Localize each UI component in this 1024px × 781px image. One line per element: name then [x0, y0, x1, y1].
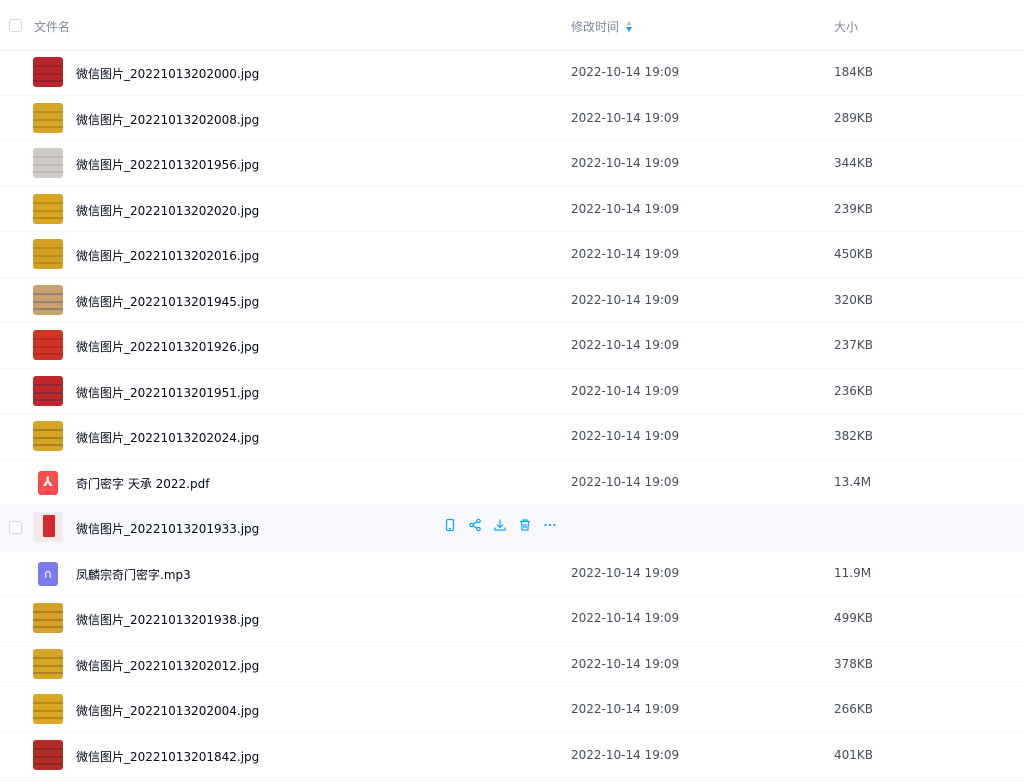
file-name[interactable]: 微信图片_20221013202000.jpg — [76, 65, 259, 82]
more-icon[interactable] — [542, 517, 558, 533]
file-row[interactable]: 微信图片_20221013202004.jpg 2022-10-14 19:09 2… — [0, 687, 1024, 733]
column-header-name[interactable]: 文件名 — [34, 18, 70, 35]
download-icon[interactable] — [492, 517, 508, 533]
image-thumbnail[interactable] — [33, 284, 63, 315]
file-row[interactable]: 微信图片_20221013202024.jpg 2022-10-14 19:09 3… — [0, 414, 1024, 460]
file-size: 237KB — [834, 338, 874, 352]
image-thumbnail[interactable] — [33, 239, 63, 269]
file-size: 450KB — [834, 247, 874, 261]
image-thumbnail[interactable] — [33, 648, 63, 679]
file-modified-time: 2022-10-14 19:09 — [571, 656, 680, 671]
file-row[interactable]: ∩ 凤麟宗奇门密字.mp3 2022-10-14 19:09 11.9M — [0, 551, 1024, 596]
image-thumbnail[interactable] — [33, 148, 63, 178]
file-name[interactable]: 微信图片_20221013201945.jpg — [76, 293, 259, 310]
select-all-checkbox[interactable] — [9, 19, 22, 32]
file-modified-time: 2022-10-14 19:09 — [571, 110, 680, 125]
file-name[interactable]: 微信图片_20221013201933.jpg — [76, 520, 259, 537]
row-actions — [442, 517, 558, 533]
file-name[interactable]: 微信图片_20221013202016.jpg — [76, 247, 259, 264]
row-checkbox[interactable] — [9, 521, 22, 534]
file-name[interactable]: 微信图片_20221013201956.jpg — [76, 156, 259, 173]
file-row[interactable]: ⅄ 奇门密字 天承 2022.pdf 2022-10-14 19:09 13.4M — [0, 460, 1024, 505]
file-modified-time: 2022-10-14 19:09 — [571, 702, 680, 716]
file-modified-time: 2022-10-14 19:09 — [571, 383, 680, 398]
file-size: 184KB — [834, 65, 874, 79]
file-row[interactable]: 微信图片_20221013202012.jpg 2022-10-14 19:09 3… — [0, 642, 1024, 687]
image-thumbnail[interactable] — [33, 330, 63, 360]
image-thumbnail[interactable] — [33, 694, 63, 724]
image-thumbnail[interactable] — [33, 603, 63, 633]
file-modified-time: 2022-10-14 19:09 — [571, 429, 680, 443]
file-size: 266KB — [834, 702, 874, 716]
file-list: 微信图片_20221013202000.jpg 2022-10-14 19:09 1… — [0, 50, 1024, 778]
file-row[interactable]: 微信图片_20221013201933.jpg — [0, 505, 1024, 551]
file-name[interactable]: 微信图片_20221013201938.jpg — [76, 611, 259, 628]
file-modified-time: 2022-10-14 19:09 — [571, 247, 680, 261]
file-modified-time: 2022-10-14 19:09 — [571, 201, 680, 216]
image-thumbnail[interactable] — [33, 193, 63, 224]
image-thumbnail[interactable] — [33, 512, 63, 542]
file-size: 344KB — [834, 156, 874, 170]
file-row[interactable]: 微信图片_20221013201956.jpg 2022-10-14 19:09 3… — [0, 141, 1024, 187]
file-size: 378KB — [834, 656, 874, 671]
file-modified-time: 2022-10-14 19:09 — [571, 747, 680, 762]
file-row[interactable]: 微信图片_20221013202008.jpg 2022-10-14 19:09 2… — [0, 96, 1024, 141]
file-row[interactable]: 微信图片_20221013201951.jpg 2022-10-14 19:09 2… — [0, 369, 1024, 414]
column-header-time-label: 修改时间 — [571, 20, 620, 34]
file-name[interactable]: 微信图片_20221013202020.jpg — [76, 202, 259, 219]
file-modified-time: 2022-10-14 19:09 — [571, 611, 680, 625]
column-header-time[interactable]: 修改时间 — [571, 18, 633, 35]
file-name[interactable]: 微信图片_20221013202012.jpg — [76, 657, 259, 674]
file-modified-time: 2022-10-14 19:09 — [571, 565, 680, 580]
delete-icon[interactable] — [517, 517, 533, 533]
file-name[interactable]: 微信图片_20221013201926.jpg — [76, 338, 259, 355]
file-size: 401KB — [834, 747, 874, 762]
file-name[interactable]: 微信图片_20221013202008.jpg — [76, 111, 259, 128]
column-header-size[interactable]: 大小 — [834, 18, 858, 35]
file-size: 289KB — [834, 110, 874, 125]
file-name[interactable]: 凤麟宗奇门密字.mp3 — [76, 566, 191, 583]
file-name[interactable]: 微信图片_20221013202024.jpg — [76, 429, 259, 446]
file-name[interactable]: 微信图片_20221013201842.jpg — [76, 748, 259, 765]
file-list-header: 文件名 修改时间 大小 — [0, 0, 1024, 51]
sort-desc-icon[interactable] — [626, 20, 633, 33]
image-thumbnail[interactable] — [33, 739, 63, 770]
file-name[interactable]: 奇门密字 天承 2022.pdf — [76, 475, 209, 492]
file-row[interactable]: 微信图片_20221013202020.jpg 2022-10-14 19:09 2… — [0, 187, 1024, 232]
file-row[interactable]: 微信图片_20221013201842.jpg 2022-10-14 19:09 4… — [0, 733, 1024, 778]
image-thumbnail[interactable] — [33, 421, 63, 451]
share-icon[interactable] — [467, 517, 483, 533]
file-size: 239KB — [834, 201, 874, 216]
pdf-file-icon: ⅄ — [38, 470, 58, 495]
file-row[interactable]: 微信图片_20221013202016.jpg 2022-10-14 19:09 4… — [0, 232, 1024, 278]
image-thumbnail[interactable] — [33, 57, 63, 87]
file-size: 382KB — [834, 429, 874, 443]
file-modified-time: 2022-10-14 19:09 — [571, 292, 680, 307]
audio-file-icon: ∩ — [38, 561, 58, 586]
image-thumbnail[interactable] — [33, 102, 63, 133]
file-size: 11.9M — [834, 565, 872, 580]
image-thumbnail[interactable] — [33, 375, 63, 406]
file-row[interactable]: 微信图片_20221013201938.jpg 2022-10-14 19:09 4… — [0, 596, 1024, 642]
file-modified-time: 2022-10-14 19:09 — [571, 65, 680, 79]
file-modified-time: 2022-10-14 19:09 — [571, 156, 680, 170]
file-name[interactable]: 微信图片_20221013202004.jpg — [76, 702, 259, 719]
file-row[interactable]: 微信图片_20221013201926.jpg 2022-10-14 19:09 2… — [0, 323, 1024, 369]
file-modified-time: 2022-10-14 19:09 — [571, 474, 680, 489]
file-size: 320KB — [834, 292, 874, 307]
file-size: 236KB — [834, 383, 874, 398]
file-modified-time: 2022-10-14 19:09 — [571, 338, 680, 352]
file-name[interactable]: 微信图片_20221013201951.jpg — [76, 384, 259, 401]
file-row[interactable]: 微信图片_20221013202000.jpg 2022-10-14 19:09 1… — [0, 50, 1024, 96]
file-size: 499KB — [834, 611, 874, 625]
phone-icon[interactable] — [442, 517, 458, 533]
file-row[interactable]: 微信图片_20221013201945.jpg 2022-10-14 19:09 3… — [0, 278, 1024, 323]
file-size: 13.4M — [834, 474, 872, 489]
